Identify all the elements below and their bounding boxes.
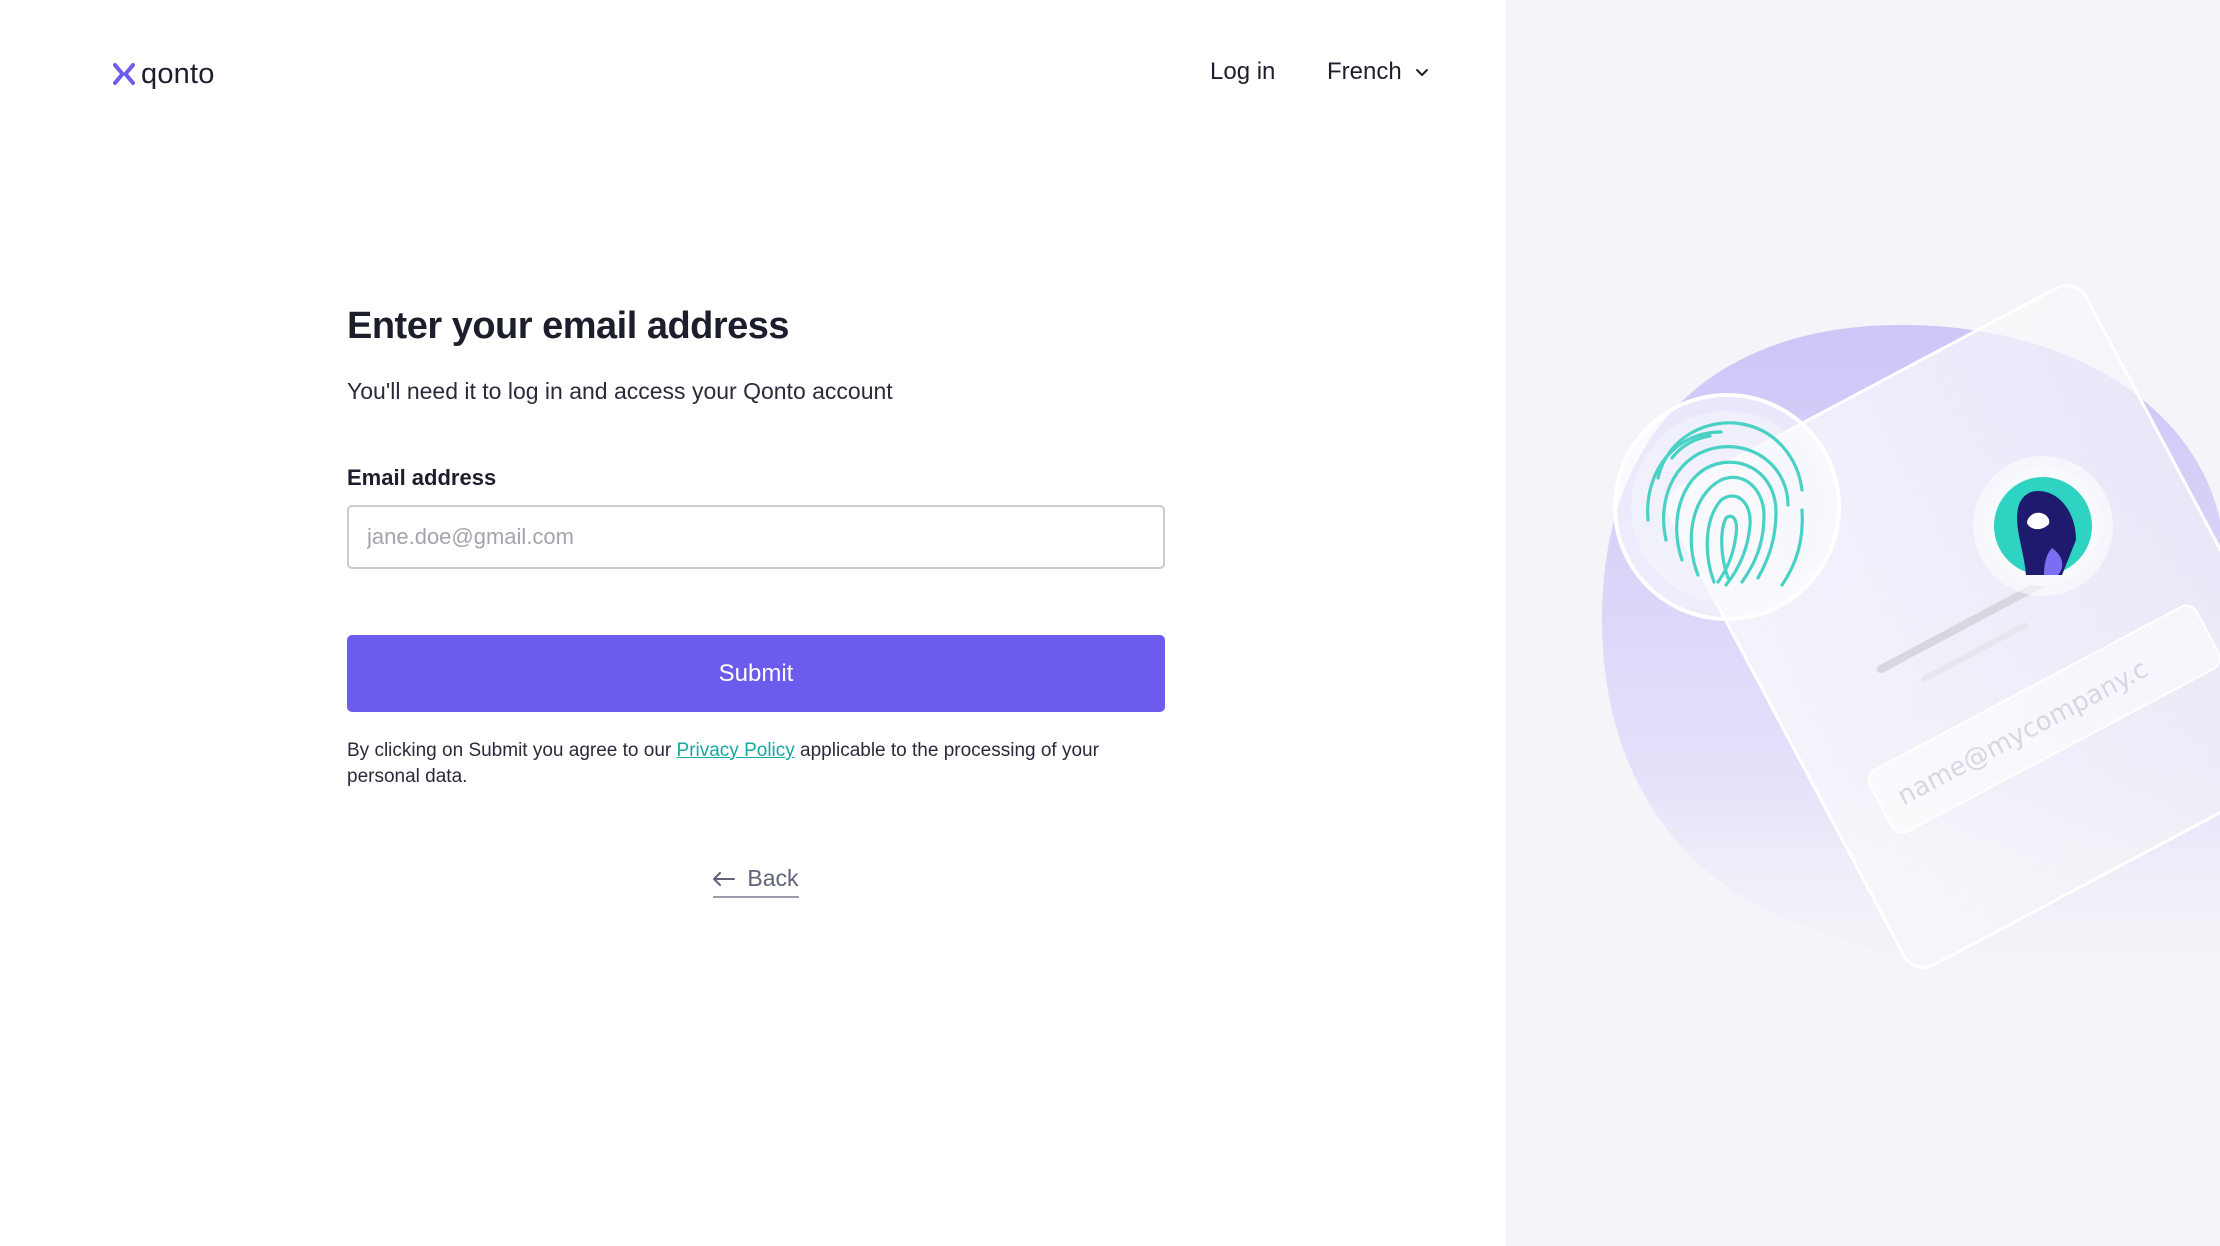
page-title: Enter your email address <box>347 305 790 347</box>
language-label: French <box>1327 58 1402 85</box>
back-link[interactable]: Back <box>713 865 799 898</box>
avatar-badge <box>1973 456 2113 596</box>
privacy-policy-link[interactable]: Privacy Policy <box>677 740 795 761</box>
signup-panel: qonto Log in French Enter your email add… <box>0 0 1506 1246</box>
email-input[interactable] <box>347 505 1165 569</box>
page-subtitle: You'll need it to log in and access your… <box>347 378 893 404</box>
chevron-down-icon <box>1415 69 1428 76</box>
illustration-panel: name@mycompany.c <box>1506 0 2220 1246</box>
privacy-notice: By clicking on Submit you agree to our P… <box>347 738 1165 790</box>
legal-prefix: By clicking on Submit you agree to our <box>347 740 677 761</box>
language-selector[interactable]: French <box>1327 58 1430 86</box>
submit-button[interactable]: Submit <box>347 635 1165 712</box>
back-container: Back <box>347 865 1165 898</box>
back-label: Back <box>747 865 799 891</box>
security-illustration: name@mycompany.c <box>1602 284 2220 1020</box>
email-label: Email address <box>347 465 497 490</box>
email-form: Enter your email address You'll need it … <box>347 305 1165 898</box>
login-link[interactable]: Log in <box>1210 58 1275 86</box>
arrow-left-icon <box>713 871 736 886</box>
top-nav: Log in French <box>0 52 1506 96</box>
fingerprint-badge <box>1613 393 1841 621</box>
